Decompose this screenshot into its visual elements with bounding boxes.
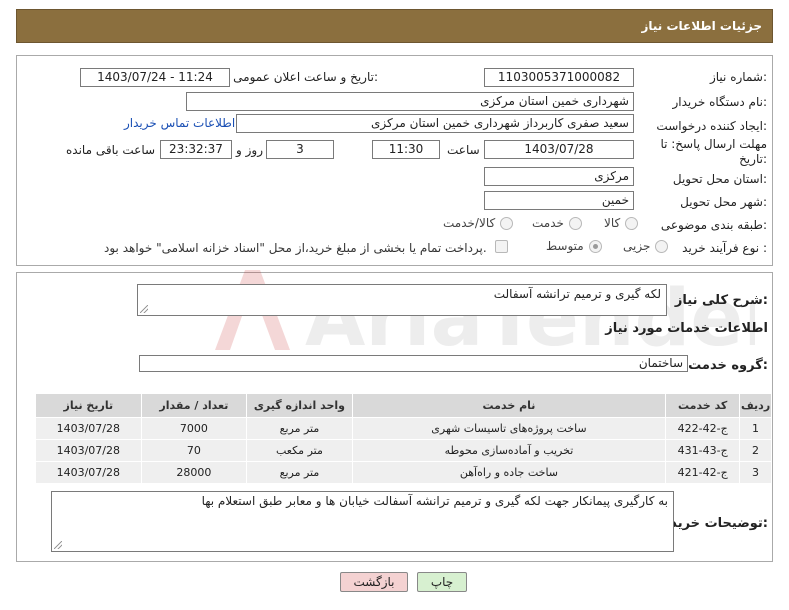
- need-number-label: شماره نیاز:: [709, 70, 767, 84]
- city-field: خمین: [484, 191, 634, 210]
- service-group-label: گروه خدمت:: [688, 358, 768, 373]
- category-radio-service[interactable]: خدمت: [532, 216, 582, 230]
- buyer-notes-label: توضیحات خریدار:: [658, 516, 768, 531]
- need-number-field: 1103005371000082: [484, 68, 634, 87]
- purchase-radio-minor[interactable]: جزیی: [623, 239, 669, 253]
- cell-row-number: 3: [739, 461, 772, 484]
- cell-need-date: 1403/07/28: [35, 439, 142, 462]
- category-radio-goods[interactable]: کالا: [604, 216, 639, 230]
- announce-label: تاریخ و ساعت اعلان عمومی:: [233, 70, 378, 84]
- cell-unit: متر مکعب: [246, 439, 353, 462]
- print-button[interactable]: چاپ: [417, 572, 467, 592]
- days-label: روز و: [236, 143, 263, 157]
- province-label: استان محل تحویل:: [672, 172, 767, 186]
- cell-service-code: ج-42-422: [665, 417, 741, 440]
- col-header-quantity: تعداد / مقدار: [140, 393, 248, 418]
- page-header: جزئیات اطلاعات نیاز: [16, 9, 773, 43]
- cell-service-name: ساخت پروژه‌های تاسیسات شهری: [351, 417, 667, 440]
- col-header-service-name: نام خدمت: [351, 393, 667, 418]
- col-header-row-number: ردیف: [739, 393, 772, 418]
- buyer-org-label: نام دستگاه خریدار:: [672, 95, 768, 109]
- radio-label: کالا/خدمت: [443, 216, 496, 230]
- radio-circle: [500, 216, 514, 230]
- table-row: 1 ج-42-422 ساخت پروژه‌های تاسیسات شهری م…: [35, 417, 772, 440]
- buyer-org-field: شهرداری خمین استان مرکزی: [186, 92, 634, 111]
- page-title: جزئیات اطلاعات نیاز: [641, 19, 762, 33]
- cell-need-date: 1403/07/28: [35, 417, 142, 440]
- cell-service-name: ساخت جاده و راه‌آهن: [351, 461, 667, 484]
- treasury-payment-note: پرداخت تمام یا بخشی از مبلغ خرید،از محل …: [104, 241, 487, 255]
- requester-label: ایجاد کننده درخواست:: [656, 119, 767, 133]
- city-label: شهر محل تحویل:: [680, 195, 767, 209]
- services-heading: اطلاعات خدمات مورد نیاز: [605, 321, 768, 336]
- cell-service-name: تخریب و آماده‌سازی محوطه: [351, 439, 667, 462]
- deadline-label: مهلت ارسال پاسخ: تا تاریخ:: [660, 137, 767, 166]
- province-field: مرکزی: [484, 167, 634, 186]
- summary-textarea: لکه گیری و ترمیم ترانشه آسفالت: [137, 284, 667, 316]
- buyer-notes-textarea: به کارگیری پیمانکار جهت لکه گیری و ترمیم…: [51, 491, 674, 552]
- table-row: 3 ج-42-421 ساخت جاده و راه‌آهن متر مربع …: [35, 461, 772, 484]
- radio-circle: [625, 216, 639, 230]
- buyer-notes-text: به کارگیری پیمانکار جهت لکه گیری و ترمیم…: [201, 494, 668, 508]
- radio-label: متوسط: [546, 239, 584, 253]
- remaining-time-field: 23:32:37: [160, 140, 232, 159]
- category-radio-goods-service[interactable]: کالا/خدمت: [443, 216, 514, 230]
- cell-service-code: ج-42-421: [665, 461, 741, 484]
- remaining-label: ساعت باقی مانده: [66, 143, 156, 157]
- table-row: 2 ج-43-431 تخریب و آماده‌سازی محوطه متر …: [35, 439, 772, 462]
- resize-grip-icon[interactable]: [54, 541, 62, 549]
- table-header-row: ردیف کد خدمت نام خدمت واحد اندازه گیری ت…: [35, 393, 772, 418]
- cell-service-code: ج-43-431: [665, 439, 741, 462]
- radio-circle: [588, 239, 602, 253]
- cell-quantity: 28000: [140, 461, 248, 484]
- cell-unit: متر مربع: [246, 461, 353, 484]
- requester-field: سعید صفری کاربرداز شهرداری خمین استان مر…: [236, 114, 634, 133]
- col-header-need-date: تاریخ نیاز: [35, 393, 142, 418]
- back-button[interactable]: بازگشت: [340, 572, 408, 592]
- buyer-contact-link[interactable]: اطلاعات تماس خریدار: [124, 116, 235, 130]
- treasury-payment-checkbox[interactable]: [495, 240, 508, 253]
- cell-row-number: 2: [739, 439, 772, 462]
- deadline-time-field: 11:30: [372, 140, 440, 159]
- category-label: طبقه بندی موضوعی:: [660, 218, 767, 232]
- summary-text: لکه گیری و ترمیم ترانشه آسفالت: [493, 287, 661, 301]
- summary-label: شرح کلی نیاز:: [674, 293, 768, 308]
- purchase-radio-medium[interactable]: متوسط: [546, 239, 602, 253]
- radio-label: کالا: [604, 216, 621, 230]
- radio-circle: [655, 239, 669, 253]
- radio-label: جزیی: [623, 239, 651, 253]
- announce-field: 1403/07/24 - 11:24: [80, 68, 230, 87]
- cell-quantity: 70: [140, 439, 248, 462]
- cell-quantity: 7000: [140, 417, 248, 440]
- cell-unit: متر مربع: [246, 417, 353, 440]
- col-header-unit: واحد اندازه گیری: [246, 393, 353, 418]
- services-table: ردیف کد خدمت نام خدمت واحد اندازه گیری ت…: [35, 393, 772, 484]
- deadline-date-field: 1403/07/28: [484, 140, 634, 159]
- service-group-field: ساختمان: [139, 355, 688, 372]
- radio-circle: [568, 216, 582, 230]
- purchase-type-label: نوع فرآیند خرید :: [682, 241, 767, 255]
- time-label: ساعت: [447, 143, 480, 157]
- days-field: 3: [266, 140, 334, 159]
- cell-need-date: 1403/07/28: [35, 461, 142, 484]
- cell-row-number: 1: [739, 417, 772, 440]
- resize-grip-icon[interactable]: [140, 305, 148, 313]
- radio-label: خدمت: [532, 216, 564, 230]
- col-header-service-code: کد خدمت: [665, 393, 741, 418]
